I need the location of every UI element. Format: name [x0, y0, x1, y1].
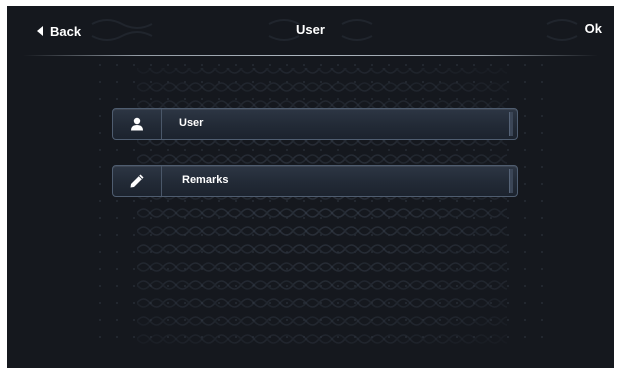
remarks-icon-cell: [113, 166, 162, 196]
pencil-icon: [130, 174, 144, 188]
field-end-cap: [509, 169, 513, 193]
user-icon-cell: [113, 109, 162, 139]
header-divider: [23, 55, 598, 56]
device-screen: Back User Ok User Remarks: [7, 6, 614, 368]
user-field-label: User: [179, 117, 204, 129]
remarks-field-label: Remarks: [182, 174, 229, 186]
page-title: User: [296, 22, 325, 37]
top-bar: Back User Ok: [7, 6, 614, 56]
user-field[interactable]: User: [112, 108, 518, 140]
remarks-field[interactable]: Remarks: [112, 165, 518, 197]
field-end-cap: [509, 112, 513, 136]
person-icon: [131, 117, 143, 131]
ok-button[interactable]: Ok: [585, 21, 602, 36]
